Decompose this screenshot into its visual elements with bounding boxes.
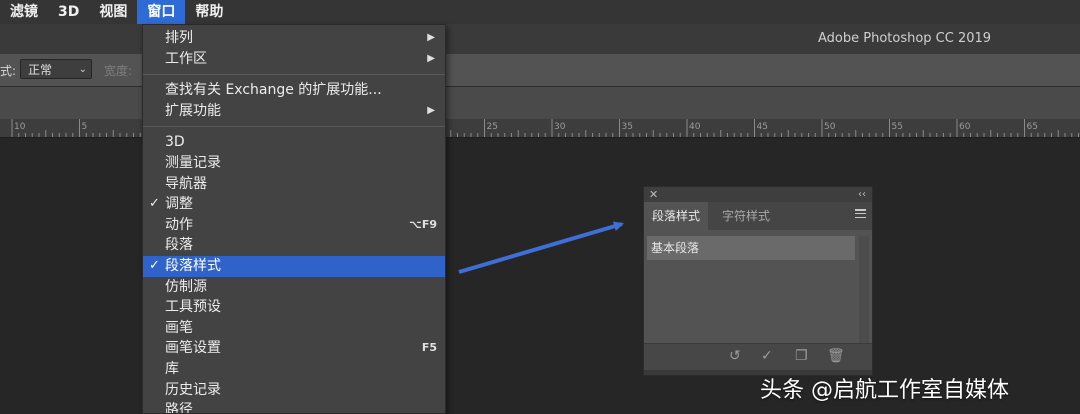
menu-bar: 滤镜 3D 视图 窗口 帮助 [0,0,1080,24]
style-list: 基本段落 [647,236,869,346]
menu-item-label: 导航器 [165,175,207,192]
menu-item-brush-settings[interactable]: 画笔设置 F5 [143,338,445,359]
ruler-label: 55 [891,122,903,132]
scrollbar[interactable] [859,236,869,346]
width-label: 宽度: [104,64,133,78]
menu-item-label: 画笔设置 [165,340,221,357]
checkmark-icon: ✓ [149,257,160,273]
menu-3d[interactable]: 3D [48,0,89,24]
menu-item-paragraph[interactable]: 段落 [143,235,445,256]
ruler-label: 45 [756,122,768,132]
panel-header[interactable]: ✕ ‹‹ [644,187,872,202]
menu-item-label: 动作 [165,216,193,233]
redefine-style-icon[interactable]: ✓ [761,348,773,364]
menu-separator [143,126,445,128]
menu-item-label: 段落 [165,237,193,254]
app-title: Adobe Photoshop CC 2019 [818,31,992,46]
panel-menu-icon[interactable] [855,209,866,219]
ruler-label: 30 [554,122,566,132]
submenu-arrow-icon: ▶ [427,52,435,64]
window-menu-dropdown: 排列 ▶ 工作区 ▶ 查找有关 Exchange 的扩展功能... 扩展功能 ▶ 3D 测量记录… [142,24,446,414]
menu-item-label: 扩展功能 [165,102,221,119]
close-icon[interactable]: ✕ [649,187,658,202]
tab-paragraph-styles[interactable]: 段落样式 [644,202,709,230]
menu-item-label: 段落样式 [165,257,221,274]
menu-item-label: 3D [165,134,185,151]
panel-tabs: 段落样式 字符样式 [644,202,872,230]
trash-icon[interactable]: 🗑 [827,348,845,364]
ruler-label: 5 [81,122,88,132]
menu-item-label: 历史记录 [165,381,221,398]
chevron-down-icon: ⌄ [78,64,87,75]
clear-override-icon[interactable]: ↺ [729,348,741,364]
shortcut-label: F5 [421,341,437,355]
ruler-label: 65 [1026,122,1038,132]
submenu-arrow-icon: ▶ [427,32,435,43]
menu-item-navigator[interactable]: 导航器 [143,174,445,195]
menu-window[interactable]: 窗口 [137,0,186,24]
ruler-label: 50 [824,122,836,132]
ruler-label: 10 [14,122,26,132]
menu-item-actions[interactable]: 动作 ⌥F9 [143,215,445,236]
menu-item-clone-source[interactable]: 仿制源 [143,277,445,298]
menu-item-label: 排列 [165,30,193,46]
checkmark-icon: ✓ [149,196,160,212]
collapse-icon[interactable]: ‹‹ [858,187,866,202]
menu-item-brushes[interactable]: 画笔 [143,318,445,339]
shortcut-label: ⌥F9 [409,217,437,231]
menu-item-label: 工作区 [165,50,207,67]
menu-item-label: 测量记录 [165,154,221,171]
menu-item-find-extensions[interactable]: 查找有关 Exchange 的扩展功能... [143,80,445,101]
menu-separator [143,74,445,76]
style-item-basic-paragraph[interactable]: 基本段落 [647,236,855,260]
menu-item-libraries[interactable]: 库 [143,359,445,380]
menu-item-label: 路径 [165,402,193,414]
ruler-label: 40 [689,122,701,132]
menu-item-measurement-log[interactable]: 测量记录 [143,153,445,174]
style-select-value: 正常 [28,63,53,77]
menu-item-label: 查找有关 Exchange 的扩展功能... [165,82,382,99]
menu-filter[interactable]: 滤镜 [0,0,48,24]
submenu-arrow-icon: ▶ [427,104,435,116]
ruler-label: 25 [486,122,498,132]
menu-help[interactable]: 帮助 [185,0,233,24]
new-style-icon[interactable]: ❐ [795,348,808,364]
ruler-label: 35 [621,122,633,132]
menu-item-3d[interactable]: 3D [143,132,445,153]
menu-item-label: 调整 [165,196,193,213]
menu-item-label: 库 [165,360,179,377]
menu-item-tool-presets[interactable]: 工具预设 [143,297,445,318]
menu-item-label: 仿制源 [165,278,207,295]
menu-item-history[interactable]: 历史记录 [143,380,445,401]
menu-item-label: 画笔 [165,319,193,336]
paragraph-styles-panel: ✕ ‹‹ 段落样式 字符样式 基本段落 ↺ ✓ ❐ 🗑 [643,186,873,376]
style-label: 式: [0,64,17,78]
ruler-label: 60 [959,122,971,132]
menu-item-workspace[interactable]: 工作区 ▶ [143,49,445,70]
menu-item-extensions[interactable]: 扩展功能 ▶ [143,101,445,122]
menu-item-label: 工具预设 [165,299,221,316]
panel-toolbar: ↺ ✓ ❐ 🗑 [644,343,872,370]
menu-view[interactable]: 视图 [89,0,137,24]
menu-item-paragraph-styles[interactable]: ✓ 段落样式 [143,255,445,277]
style-select[interactable]: 正常 ⌄ [20,59,92,79]
tab-character-styles[interactable]: 字符样式 [714,202,778,230]
menu-item-paths[interactable]: 路径 [143,400,445,414]
menu-item-adjustments[interactable]: ✓ 调整 [143,194,445,215]
watermark: 头条 @启航工作室自媒体 [760,378,1009,403]
menu-item-arrange[interactable]: 排列 ▶ [143,28,445,49]
